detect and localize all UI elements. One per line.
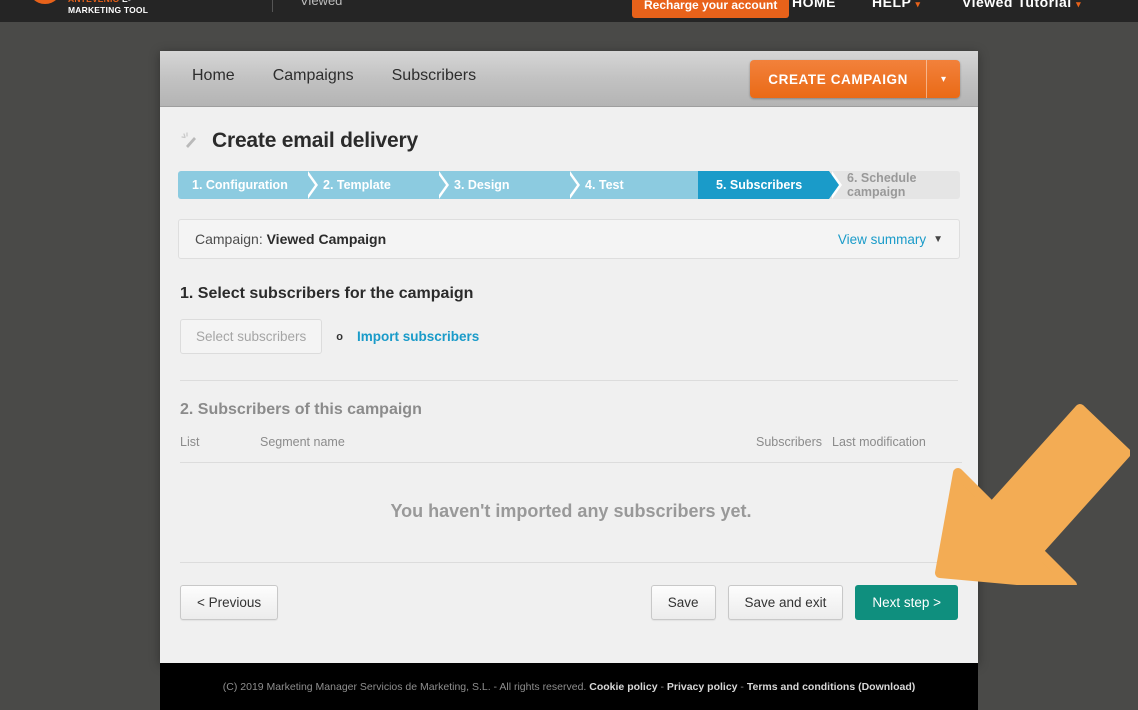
page-title: Create email delivery <box>212 129 418 152</box>
section-2-title: 2. Subscribers of this campaign <box>180 401 422 418</box>
campaign-summary-bar: Campaign: Viewed Campaign View summary ▼ <box>178 219 960 259</box>
step-4-label: 4. Test <box>585 178 624 192</box>
logo-badge-icon: m <box>28 0 62 4</box>
footer-sep: - <box>657 680 667 693</box>
subscribers-table: List Segment name Subscribers Last modif… <box>180 435 962 563</box>
top-nav-help-label: HELP <box>872 0 912 10</box>
footer-link-terms-and-conditions[interactable]: Terms and conditions (Download) <box>747 681 915 693</box>
logo-sub-orange: ANTEVENIO <box>68 0 119 4</box>
top-nav-home-label: HOME <box>792 0 836 10</box>
empty-state-message: You haven't imported any subscribers yet… <box>180 462 962 563</box>
step-5-subscribers[interactable]: 5. Subscribers <box>698 171 842 199</box>
section-1-controls: Select subscribers o Import subscribers <box>178 319 960 354</box>
wizard-steps: 1. Configuration 2. Template 3. Design 4… <box>178 171 960 199</box>
step-5-label: 5. Subscribers <box>716 178 803 192</box>
recharge-account-button[interactable]: Recharge your account <box>632 0 790 18</box>
step-3-label: 3. Design <box>454 178 510 192</box>
view-summary-toggle[interactable]: View summary ▼ <box>838 232 943 247</box>
step-6-schedule-campaign[interactable]: 6. Schedule campaign <box>829 171 960 199</box>
nav-item-subscribers[interactable]: Subscribers <box>392 67 476 85</box>
column-header-segment-name: Segment name <box>260 435 756 463</box>
save-and-exit-button[interactable]: Save and exit <box>727 585 844 620</box>
nav-item-home[interactable]: Home <box>192 67 235 85</box>
chevron-down-icon: ▾ <box>1076 0 1082 9</box>
screen: m MDirector ANTEVENIO E-MARKETING TOOL V… <box>0 0 1138 710</box>
footer-sep: - <box>737 680 747 693</box>
wizard-actions: < Previous Save Save and exit Next step … <box>178 563 960 620</box>
next-step-button[interactable]: Next step > <box>855 585 958 620</box>
account-name: Viewed <box>300 0 343 8</box>
column-header-subscribers: Subscribers <box>756 435 832 463</box>
step-3-design[interactable]: 3. Design <box>436 171 580 199</box>
top-nav-home[interactable]: HOME <box>792 0 836 10</box>
step-1-configuration[interactable]: 1. Configuration <box>178 171 318 199</box>
footer-link-cookie-policy[interactable]: Cookie policy <box>589 681 657 693</box>
step-2-template[interactable]: 2. Template <box>305 171 449 199</box>
previous-button[interactable]: < Previous <box>180 585 279 620</box>
nav-item-campaigns[interactable]: Campaigns <box>273 67 354 85</box>
table-header-row: List Segment name Subscribers Last modif… <box>180 435 962 463</box>
select-subscribers-button[interactable]: Select subscribers <box>180 319 323 354</box>
page-heading: Create email delivery <box>178 107 960 171</box>
section-1-title: 1. Select subscribers for the campaign <box>180 285 474 302</box>
create-campaign-button[interactable]: CREATE CAMPAIGN <box>750 60 926 98</box>
campaign-label: Campaign: Viewed Campaign <box>195 231 386 247</box>
site-header: m MDirector ANTEVENIO E-MARKETING TOOL V… <box>0 0 1138 22</box>
chevron-down-icon: ▼ <box>933 233 943 245</box>
or-separator: o <box>336 330 344 343</box>
save-button[interactable]: Save <box>650 585 716 620</box>
column-header-list: List <box>180 435 260 463</box>
top-nav-tutorial[interactable]: Viewed Tutorial ▾ <box>962 0 1081 10</box>
footer-link-privacy-policy[interactable]: Privacy policy <box>667 681 738 693</box>
step-4-test[interactable]: 4. Test <box>567 171 711 199</box>
view-summary-label: View summary <box>837 231 927 247</box>
site-footer: (C) 2019 Marketing Manager Servicios de … <box>160 663 978 710</box>
create-campaign-group[interactable]: CREATE CAMPAIGN ▾ <box>750 60 960 98</box>
campaign-prefix: Campaign: <box>195 231 263 247</box>
empty-state-row: You haven't imported any subscribers yet… <box>180 462 962 563</box>
step-2-label: 2. Template <box>323 178 391 192</box>
section-divider <box>180 380 958 381</box>
chevron-down-icon: ▾ <box>915 0 921 9</box>
app-navbar: Home Campaigns Subscribers CREATE CAMPAI… <box>160 51 978 107</box>
top-nav-help[interactable]: HELP ▾ <box>872 0 921 10</box>
create-campaign-dropdown-caret-icon[interactable]: ▾ <box>926 60 960 98</box>
import-subscribers-link[interactable]: Import subscribers <box>357 329 479 344</box>
top-nav-tutorial-label: Viewed Tutorial <box>962 0 1072 10</box>
footer-copyright: (C) 2019 Marketing Manager Servicios de … <box>222 680 587 693</box>
campaign-name: Viewed Campaign <box>266 231 387 247</box>
header-divider <box>272 0 273 12</box>
magic-wand-icon <box>180 131 200 151</box>
step-1-label: 1. Configuration <box>192 178 288 192</box>
step-6-label: 6. Schedule campaign <box>847 171 917 199</box>
app-card: Home Campaigns Subscribers CREATE CAMPAI… <box>160 51 978 663</box>
column-header-last-modification: Last modification <box>832 435 962 463</box>
